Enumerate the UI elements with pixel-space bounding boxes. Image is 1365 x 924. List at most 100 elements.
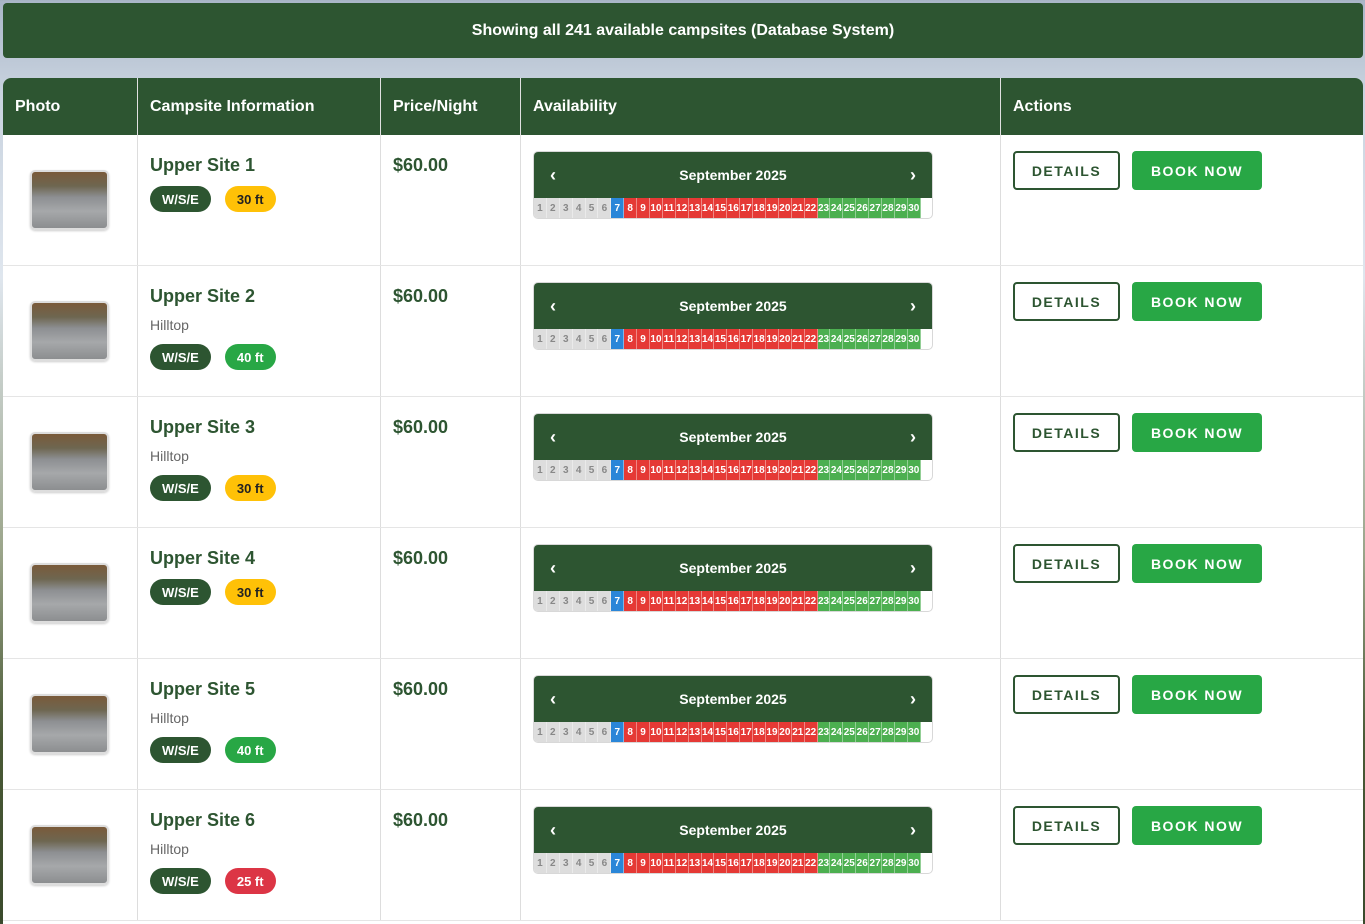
calendar-day[interactable]: 24 — [830, 591, 844, 611]
calendar-day[interactable]: 16 — [727, 591, 741, 611]
calendar-day[interactable]: 14 — [701, 722, 715, 742]
calendar-day[interactable]: 13 — [688, 460, 702, 480]
campsite-photo[interactable] — [30, 825, 109, 885]
calendar-day[interactable]: 23 — [817, 329, 831, 349]
calendar-day[interactable]: 30 — [907, 460, 921, 480]
calendar-day[interactable]: 27 — [869, 853, 883, 873]
calendar-day[interactable]: 9 — [637, 591, 651, 611]
calendar-day[interactable]: 19 — [766, 722, 779, 742]
calendar-day[interactable]: 22 — [804, 853, 818, 873]
campsite-photo[interactable] — [30, 170, 109, 230]
calendar-day[interactable]: 21 — [791, 198, 805, 218]
calendar-day[interactable]: 29 — [894, 853, 908, 873]
calendar-day[interactable]: 9 — [637, 722, 651, 742]
calendar-day[interactable]: 21 — [791, 460, 805, 480]
next-month-icon[interactable]: › — [910, 558, 916, 579]
calendar-day[interactable]: 13 — [688, 591, 702, 611]
calendar-day[interactable]: 23 — [817, 853, 831, 873]
calendar-day[interactable]: 18 — [753, 198, 767, 218]
calendar-day[interactable]: 29 — [894, 329, 908, 349]
calendar-day[interactable]: 11 — [662, 722, 676, 742]
calendar-day[interactable]: 15 — [714, 198, 728, 218]
prev-month-icon[interactable]: ‹ — [550, 165, 556, 186]
calendar-day[interactable]: 7 — [611, 853, 625, 873]
calendar-day[interactable]: 14 — [701, 329, 715, 349]
calendar-day[interactable]: 23 — [817, 722, 831, 742]
calendar-day[interactable]: 8 — [624, 591, 638, 611]
calendar-day[interactable]: 12 — [675, 853, 689, 873]
calendar-day[interactable]: 21 — [791, 722, 805, 742]
calendar-day[interactable]: 16 — [727, 460, 741, 480]
prev-month-icon[interactable]: ‹ — [550, 820, 556, 841]
calendar-day[interactable]: 25 — [843, 198, 857, 218]
prev-month-icon[interactable]: ‹ — [550, 689, 556, 710]
prev-month-icon[interactable]: ‹ — [550, 296, 556, 317]
details-button[interactable]: DETAILS — [1013, 544, 1120, 583]
book-now-button[interactable]: BOOK NOW — [1132, 675, 1262, 714]
calendar-day[interactable]: 17 — [740, 722, 754, 742]
details-button[interactable]: DETAILS — [1013, 413, 1120, 452]
calendar-day[interactable]: 26 — [856, 722, 870, 742]
calendar-day[interactable]: 13 — [688, 853, 702, 873]
calendar-day[interactable]: 11 — [662, 591, 676, 611]
calendar-day[interactable]: 23 — [817, 460, 831, 480]
calendar-day[interactable]: 18 — [753, 853, 767, 873]
calendar-day[interactable]: 11 — [662, 198, 676, 218]
calendar-day[interactable]: 19 — [766, 329, 779, 349]
calendar-day[interactable]: 14 — [701, 198, 715, 218]
campsite-photo[interactable] — [30, 563, 109, 623]
calendar-day[interactable]: 18 — [753, 591, 767, 611]
calendar-day[interactable]: 19 — [766, 198, 779, 218]
calendar-day[interactable]: 24 — [830, 722, 844, 742]
calendar-day[interactable]: 28 — [882, 722, 895, 742]
calendar-day[interactable]: 28 — [882, 198, 895, 218]
prev-month-icon[interactable]: ‹ — [550, 427, 556, 448]
campsite-photo[interactable] — [30, 301, 109, 361]
book-now-button[interactable]: BOOK NOW — [1132, 151, 1262, 190]
calendar-day[interactable]: 14 — [701, 591, 715, 611]
calendar-day[interactable]: 20 — [778, 198, 792, 218]
calendar-day[interactable]: 8 — [624, 460, 638, 480]
calendar-day[interactable]: 8 — [624, 198, 638, 218]
calendar-day[interactable]: 30 — [907, 853, 921, 873]
calendar-day[interactable]: 9 — [637, 853, 651, 873]
calendar-day[interactable]: 25 — [843, 460, 857, 480]
calendar-day[interactable]: 17 — [740, 198, 754, 218]
calendar-day[interactable]: 12 — [675, 329, 689, 349]
calendar-day[interactable]: 20 — [778, 460, 792, 480]
calendar-day[interactable]: 24 — [830, 329, 844, 349]
calendar-day[interactable]: 26 — [856, 853, 870, 873]
calendar-day[interactable]: 25 — [843, 853, 857, 873]
next-month-icon[interactable]: › — [910, 689, 916, 710]
calendar-day[interactable]: 10 — [650, 460, 663, 480]
calendar-day[interactable]: 13 — [688, 722, 702, 742]
calendar-day[interactable]: 23 — [817, 198, 831, 218]
calendar-day[interactable]: 9 — [637, 460, 651, 480]
calendar-day[interactable]: 27 — [869, 460, 883, 480]
calendar-day[interactable]: 29 — [894, 198, 908, 218]
book-now-button[interactable]: BOOK NOW — [1132, 806, 1262, 845]
calendar-day[interactable]: 12 — [675, 460, 689, 480]
next-month-icon[interactable]: › — [910, 165, 916, 186]
calendar-day[interactable]: 16 — [727, 198, 741, 218]
calendar-day[interactable]: 7 — [611, 460, 625, 480]
calendar-day[interactable]: 28 — [882, 460, 895, 480]
calendar-day[interactable]: 21 — [791, 853, 805, 873]
calendar-day[interactable]: 17 — [740, 591, 754, 611]
calendar-day[interactable]: 25 — [843, 591, 857, 611]
calendar-day[interactable]: 24 — [830, 460, 844, 480]
calendar-day[interactable]: 26 — [856, 591, 870, 611]
calendar-day[interactable]: 9 — [637, 198, 651, 218]
calendar-day[interactable]: 24 — [830, 853, 844, 873]
calendar-day[interactable]: 23 — [817, 591, 831, 611]
calendar-day[interactable]: 25 — [843, 722, 857, 742]
calendar-day[interactable]: 22 — [804, 198, 818, 218]
calendar-day[interactable]: 7 — [611, 329, 625, 349]
calendar-day[interactable]: 14 — [701, 853, 715, 873]
calendar-day[interactable]: 10 — [650, 198, 663, 218]
calendar-day[interactable]: 10 — [650, 591, 663, 611]
calendar-day[interactable]: 8 — [624, 329, 638, 349]
calendar-day[interactable]: 22 — [804, 722, 818, 742]
calendar-day[interactable]: 15 — [714, 853, 728, 873]
next-month-icon[interactable]: › — [910, 296, 916, 317]
